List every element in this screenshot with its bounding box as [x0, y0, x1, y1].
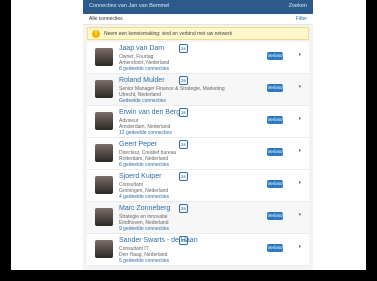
- shared-connections[interactable]: 5 gedeelde connecties: [119, 258, 169, 264]
- person-row[interactable]: Erwin van den Berg 2e Adviseur Amsterdam…: [87, 106, 309, 138]
- sub-navigation-bar: Alle connecties Filter: [83, 14, 313, 25]
- person-row[interactable]: Jaap van Dam 2e Owner, Fourtag Amersfoor…: [87, 42, 309, 74]
- more-dropdown-icon[interactable]: ▾: [298, 84, 301, 90]
- degree-badge: 2e: [179, 236, 189, 245]
- person-name[interactable]: Roland Mulder: [119, 77, 165, 84]
- shared-connections[interactable]: 9 gedeelde connecties: [119, 226, 169, 232]
- screenshot-frame: Connecties van Jan van Bemmel Zoeken All…: [11, 0, 366, 270]
- shared-connections[interactable]: 12 gedeelde connecties: [119, 130, 172, 136]
- person-row[interactable]: Roland Mulder 2e Senior Manager Finance …: [87, 74, 309, 106]
- connect-button[interactable]: Verbind: [267, 244, 283, 252]
- more-dropdown-icon[interactable]: ▾: [298, 212, 301, 218]
- degree-badge: 2e: [179, 44, 189, 53]
- person-row[interactable]: Marc Zonneberg 2e Strategie en innovatie…: [87, 202, 309, 234]
- person-name[interactable]: Geert Peper: [119, 141, 157, 148]
- person-row[interactable]: Sjoerd Kuiper 2e Consultant Groningen, N…: [87, 170, 309, 202]
- notice-text: Neem een kennismaking: vind en verbind m…: [104, 31, 233, 37]
- connect-button[interactable]: Verbind: [267, 52, 283, 60]
- degree-badge: 2e: [179, 172, 189, 181]
- more-dropdown-icon[interactable]: ▾: [298, 148, 301, 154]
- connections-page: Connecties van Jan van Bemmel Zoeken All…: [83, 0, 313, 270]
- more-dropdown-icon[interactable]: ▾: [298, 116, 301, 122]
- connect-button[interactable]: Verbind: [267, 84, 283, 92]
- connect-button[interactable]: Verbind: [267, 180, 283, 188]
- connect-button[interactable]: Verbind: [267, 212, 283, 220]
- subbar-title: Alle connecties: [89, 16, 123, 22]
- more-dropdown-icon[interactable]: ▾: [298, 244, 301, 250]
- avatar: [95, 208, 113, 226]
- person-name[interactable]: Erwin van den Berg: [119, 109, 180, 116]
- topbar-search-link[interactable]: Zoeken: [289, 3, 307, 9]
- person-row[interactable]: Geert Peper 2e Directeur, Creatief burea…: [87, 138, 309, 170]
- shared-connections[interactable]: 8 gedeelde connecties: [119, 66, 169, 72]
- notice-banner: ! Neem een kennismaking: vind en verbind…: [87, 27, 309, 40]
- avatar: [95, 80, 113, 98]
- avatar: [95, 48, 113, 66]
- info-icon: !: [92, 30, 100, 38]
- person-name[interactable]: Jaap van Dam: [119, 45, 164, 52]
- degree-badge: 2e: [179, 140, 189, 149]
- person-name[interactable]: Sjoerd Kuiper: [119, 173, 161, 180]
- degree-badge: 2e: [179, 76, 189, 85]
- person-row[interactable]: Sander Swarts - de Haan 2e Consultant IT…: [87, 234, 309, 266]
- top-navigation-bar: Connecties van Jan van Bemmel Zoeken: [83, 0, 313, 14]
- degree-badge: 2e: [179, 108, 189, 117]
- shared-connections[interactable]: Gedeelde connecties: [119, 98, 166, 104]
- avatar: [95, 176, 113, 194]
- connect-button[interactable]: Verbind: [267, 148, 283, 156]
- avatar: [95, 240, 113, 258]
- topbar-title: Connecties van Jan van Bemmel: [89, 3, 170, 9]
- avatar: [95, 112, 113, 130]
- degree-badge: 2e: [179, 204, 189, 213]
- shared-connections[interactable]: 6 gedeelde connecties: [119, 162, 169, 168]
- shared-connections[interactable]: 4 gedeelde connecties: [119, 194, 169, 200]
- connect-button[interactable]: Verbind: [267, 116, 283, 124]
- avatar: [95, 144, 113, 162]
- more-dropdown-icon[interactable]: ▾: [298, 180, 301, 186]
- subbar-filter-link[interactable]: Filter: [296, 16, 307, 22]
- more-dropdown-icon[interactable]: ▾: [298, 52, 301, 58]
- people-list: Jaap van Dam 2e Owner, Fourtag Amersfoor…: [87, 42, 309, 266]
- person-name[interactable]: Marc Zonneberg: [119, 205, 170, 212]
